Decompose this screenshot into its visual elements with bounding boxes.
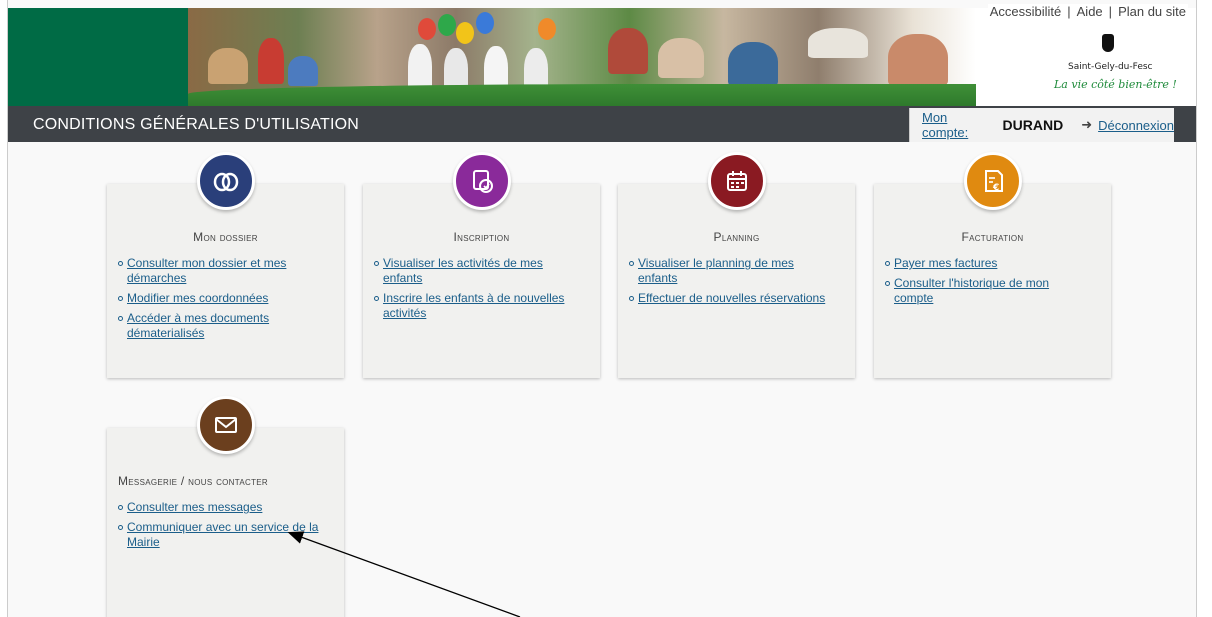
- annotation-arrow: [287, 531, 521, 617]
